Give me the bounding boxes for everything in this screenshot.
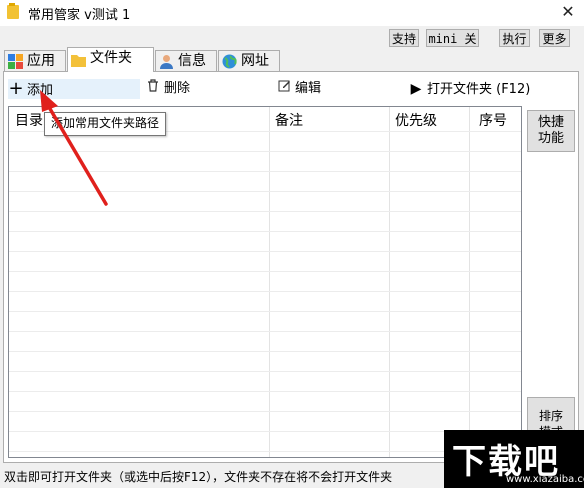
tab-info-label: 信息 (178, 53, 206, 69)
tab-apps-label: 应用 (27, 53, 55, 69)
delete-button[interactable]: 删除 (145, 79, 190, 99)
quick-function-line1: 快捷 (537, 115, 564, 130)
support-button[interactable]: 支持 (389, 29, 419, 47)
row-line (9, 251, 521, 252)
annotation-arrow (40, 90, 108, 206)
trash-icon (145, 79, 161, 99)
mini-close-button[interactable]: mini 关 (426, 29, 479, 47)
edit-icon (276, 79, 292, 99)
folder-icon (71, 55, 86, 67)
edit-button[interactable]: 编辑 (276, 79, 321, 99)
tab-urls-label: 网址 (241, 53, 269, 69)
open-folder-button[interactable]: ▶ 打开文件夹 (F12) (408, 79, 531, 99)
user-icon (160, 55, 173, 69)
row-line (9, 411, 521, 412)
delete-label: 删除 (164, 81, 191, 96)
quick-function-line2: 功能 (537, 131, 564, 146)
close-button[interactable]: ✕ (552, 0, 584, 26)
open-folder-label: 打开文件夹 (F12) (427, 82, 531, 97)
app-icon (7, 3, 19, 19)
play-icon: ▶ (410, 81, 422, 97)
row-line (9, 351, 521, 352)
column-divider (389, 107, 390, 457)
row-line (9, 311, 521, 312)
row-line (9, 331, 521, 332)
row-line (9, 231, 521, 232)
more-button[interactable]: 更多 (539, 29, 570, 47)
globe-icon (222, 54, 237, 69)
column-header-note[interactable]: 备注 (275, 110, 303, 130)
row-line (9, 391, 521, 392)
column-header-index[interactable]: 序号 (479, 110, 507, 130)
tab-folders-label: 文件夹 (90, 50, 132, 66)
edit-label: 编辑 (295, 81, 322, 96)
tab-urls[interactable]: 网址 (218, 50, 280, 71)
tab-apps[interactable]: 应用 (4, 50, 66, 71)
sort-mode-line1: 排序 (538, 409, 563, 423)
column-divider (469, 107, 470, 457)
watermark-url: www.xiazaiba.com (506, 474, 584, 485)
row-line (9, 271, 521, 272)
window-title: 常用管家 v测试 1 (28, 8, 131, 23)
tab-info[interactable]: 信息 (155, 50, 217, 71)
column-header-priority[interactable]: 优先级 (395, 110, 437, 130)
quick-function-button[interactable]: 快捷 功能 (527, 110, 575, 152)
plus-icon: + (8, 78, 24, 99)
column-divider (269, 107, 270, 457)
execute-button[interactable]: 执行 (499, 29, 530, 47)
row-line (9, 291, 521, 292)
row-line (9, 371, 521, 372)
tab-folders[interactable]: 文件夹 (67, 47, 154, 72)
apps-icon (8, 54, 23, 69)
row-line (9, 211, 521, 212)
